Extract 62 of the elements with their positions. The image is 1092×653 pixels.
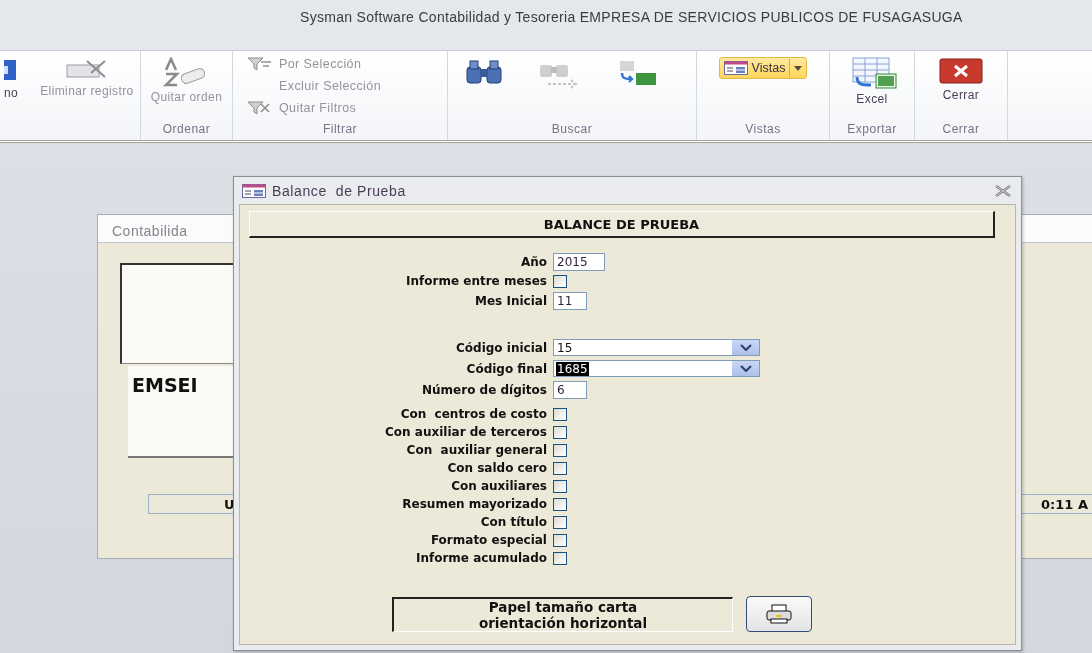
checkbox[interactable] bbox=[553, 274, 567, 288]
close-icon bbox=[939, 57, 983, 85]
form-icon bbox=[723, 61, 748, 75]
ribbon-group-label: Vistas bbox=[745, 122, 781, 138]
field-label: Informe acumulado bbox=[414, 551, 547, 565]
checkbox[interactable] bbox=[553, 479, 567, 493]
printer-icon bbox=[766, 604, 792, 624]
views-dropdown-button[interactable]: Vistas bbox=[718, 57, 808, 79]
field-label: Con título bbox=[479, 515, 547, 529]
checkbox[interactable] bbox=[553, 407, 567, 421]
header-text: BALANCE DE PRUEBA bbox=[543, 216, 700, 232]
checkbox[interactable] bbox=[553, 533, 567, 547]
checkbox[interactable] bbox=[553, 551, 567, 565]
status-time: 0:11 A bbox=[1041, 496, 1088, 512]
ribbon-button[interactable]: Cerrar bbox=[935, 57, 987, 102]
close-icon[interactable] bbox=[993, 184, 1013, 197]
clear-filter-icon bbox=[247, 100, 273, 116]
field-label: Formato especial bbox=[429, 533, 547, 547]
field-label: Código final bbox=[465, 361, 547, 376]
caret-icon bbox=[794, 65, 803, 71]
checkbox[interactable] bbox=[553, 425, 567, 439]
ribbon-group-label: Ordenar bbox=[162, 122, 211, 138]
field-label: Año bbox=[519, 254, 547, 269]
company-name: EMSEI bbox=[132, 374, 198, 396]
field-label: Número de dígitos bbox=[421, 382, 547, 397]
field-label: Con auxiliar general bbox=[405, 443, 547, 457]
text-field[interactable]: 2015 bbox=[553, 252, 605, 271]
window-title: Contabilida bbox=[112, 223, 188, 239]
checkbox[interactable] bbox=[553, 443, 567, 457]
note-text: Papel tamaño carta bbox=[488, 599, 638, 615]
checkbox[interactable] bbox=[553, 515, 567, 529]
field-label: Mes Inicial bbox=[474, 293, 547, 308]
chevron-down-icon bbox=[739, 344, 752, 351]
binoculars-icon bbox=[464, 59, 504, 85]
field-label: Con centros de costo bbox=[399, 407, 547, 421]
field-label: Resumen mayorizado bbox=[401, 497, 547, 511]
ribbon-group-label: Buscar bbox=[551, 122, 593, 138]
field-label: Con auxiliares bbox=[450, 479, 547, 493]
ribbon-group-label: Exportar bbox=[847, 122, 897, 138]
text-field[interactable]: 6 bbox=[553, 380, 587, 399]
checkbox[interactable] bbox=[553, 497, 567, 511]
status-text: U bbox=[224, 496, 235, 512]
ribbon-group-label: Cerrar bbox=[942, 122, 980, 138]
form-icon bbox=[242, 183, 266, 198]
ribbon-button[interactable]: no bbox=[0, 57, 23, 100]
field-label: Código inicial bbox=[455, 340, 547, 355]
combo-box[interactable]: 15 bbox=[553, 339, 760, 356]
text-field[interactable]: 11 bbox=[553, 291, 587, 310]
checkbox[interactable] bbox=[553, 461, 567, 475]
ribbon-button[interactable]: Excel bbox=[839, 57, 905, 106]
app-title: Sysman Software Contabilidad y Tesoreria EMPRESA DE SERVICIOS PUBLICOS DE FUSAGASUGA bbox=[300, 9, 963, 25]
field-label: Informe entre meses bbox=[405, 274, 547, 288]
save-icon bbox=[4, 57, 19, 83]
chevron-down-icon bbox=[739, 365, 752, 372]
dialog-title: Balance de Prueba bbox=[272, 182, 407, 199]
note-text: orientación horizontal bbox=[478, 615, 648, 631]
field-label: Con saldo cero bbox=[446, 461, 547, 475]
field-label: Con auxiliar de terceros bbox=[384, 425, 547, 439]
print-button[interactable] bbox=[746, 596, 812, 632]
filter-icon bbox=[247, 56, 273, 72]
combo-box[interactable]: 1685 bbox=[553, 360, 760, 377]
ribbon-group-label: Filtrar bbox=[322, 122, 358, 138]
